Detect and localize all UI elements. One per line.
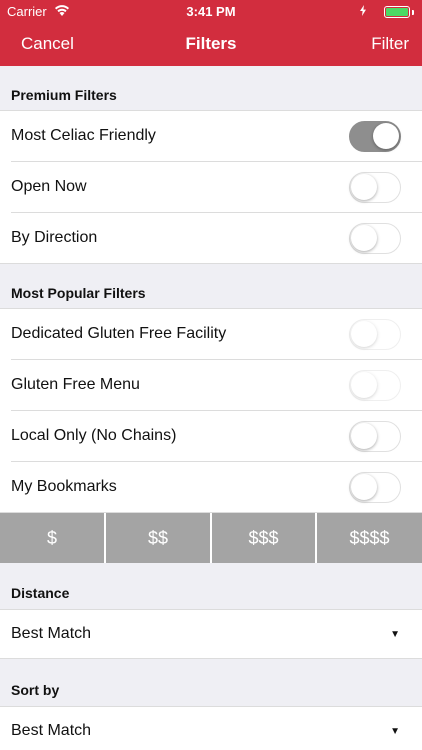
filter-row-dedicated-gluten-free: Dedicated Gluten Free Facility <box>0 309 422 360</box>
filter-label: My Bookmarks <box>11 478 117 495</box>
section-header-premium: Premium Filters <box>11 87 117 103</box>
filter-label: Dedicated Gluten Free Facility <box>11 325 227 342</box>
section-header-popular: Most Popular Filters <box>11 285 146 301</box>
toggle-knob <box>351 423 377 449</box>
toggle-knob <box>351 321 377 347</box>
filter-button[interactable]: Filter <box>371 34 409 54</box>
filter-row-my-bookmarks: My Bookmarks <box>0 462 422 513</box>
toggle-gluten-free-menu[interactable] <box>349 370 401 401</box>
price-option-2[interactable]: $$ <box>106 513 210 563</box>
price-option-4[interactable]: $$$$ <box>317 513 422 563</box>
filter-row-open-now: Open Now <box>0 162 422 213</box>
price-option-1[interactable]: $ <box>0 513 104 563</box>
filter-label: Gluten Free Menu <box>11 376 140 393</box>
toggle-dedicated-gluten-free[interactable] <box>349 319 401 350</box>
distance-value: Best Match <box>11 625 92 642</box>
toggle-knob <box>373 123 399 149</box>
battery-icon <box>384 6 410 18</box>
navigation-bar: Cancel Filters Filter <box>0 22 422 66</box>
dropdown-caret-icon: ▼ <box>390 629 400 640</box>
distance-select[interactable]: Best Match ▼ <box>0 609 422 659</box>
cancel-button[interactable]: Cancel <box>21 34 74 54</box>
toggle-my-bookmarks[interactable] <box>349 472 401 503</box>
section-header-distance: Distance <box>11 585 70 601</box>
toggle-local-only[interactable] <box>349 421 401 452</box>
filter-row-gluten-free-menu: Gluten Free Menu <box>0 360 422 411</box>
toggle-by-direction[interactable] <box>349 223 401 254</box>
status-bar: Carrier 3:41 PM <box>0 0 422 22</box>
toggle-most-celiac-friendly[interactable] <box>349 121 401 152</box>
filter-row-local-only: Local Only (No Chains) <box>0 411 422 462</box>
filter-label: By Direction <box>11 229 98 246</box>
toggle-knob <box>351 372 377 398</box>
section-header-sort: Sort by <box>11 682 60 698</box>
status-time: 3:41 PM <box>186 4 236 19</box>
filter-label: Open Now <box>11 178 87 195</box>
filter-label: Most Celiac Friendly <box>11 127 156 144</box>
sort-value: Best Match <box>11 722 92 739</box>
toggle-knob <box>351 174 377 200</box>
battery-tip <box>412 10 414 15</box>
charging-icon <box>360 5 366 16</box>
price-selector: $ $$ $$$ $$$$ <box>0 513 422 563</box>
price-option-3[interactable]: $$$ <box>212 513 315 563</box>
toggle-open-now[interactable] <box>349 172 401 203</box>
row-divider <box>0 263 422 264</box>
dropdown-caret-icon: ▼ <box>390 726 400 737</box>
filter-row-most-celiac-friendly: Most Celiac Friendly <box>0 111 422 162</box>
filter-label: Local Only (No Chains) <box>11 427 177 444</box>
toggle-knob <box>351 225 377 251</box>
battery-fill <box>386 8 408 16</box>
toggle-knob <box>351 474 377 500</box>
filter-row-by-direction: By Direction <box>0 213 422 264</box>
sort-select[interactable]: Best Match ▼ <box>0 706 422 750</box>
